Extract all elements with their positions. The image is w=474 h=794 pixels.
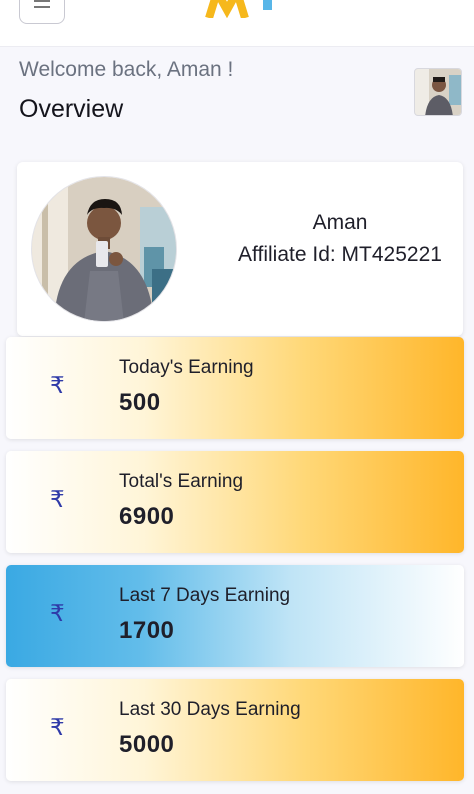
earning-card-last-30-days[interactable]: ₹ Last 30 Days Earning 5000 (6, 679, 464, 781)
affiliate-id: Affiliate Id: MT425221 (238, 243, 442, 266)
welcome-message: Welcome back, Aman ! (19, 58, 234, 81)
earning-label: Last 30 Days Earning (119, 699, 301, 720)
page-title: Overview (19, 95, 124, 123)
app-logo[interactable] (205, 0, 285, 18)
profile-photo (31, 176, 177, 322)
earning-card-total[interactable]: ₹ Total's Earning 6900 (6, 451, 464, 553)
rupee-icon: ₹ (50, 487, 65, 513)
earning-value: 5000 (119, 731, 175, 758)
rupee-icon: ₹ (50, 715, 65, 741)
earning-label: Total's Earning (119, 471, 244, 492)
profile-card: Aman Affiliate Id: MT425221 (17, 162, 463, 336)
earning-value: 1700 (119, 617, 175, 644)
earning-value: 500 (119, 389, 161, 416)
earning-card-today[interactable]: ₹ Today's Earning 500 (6, 337, 464, 439)
earning-card-last-7-days[interactable]: ₹ Last 7 Days Earning 1700 (6, 565, 464, 667)
earning-label: Last 7 Days Earning (119, 585, 291, 606)
rupee-icon: ₹ (50, 601, 65, 627)
earning-label: Today's Earning (119, 357, 254, 378)
hamburger-icon (34, 0, 50, 2)
user-avatar[interactable] (414, 68, 462, 116)
profile-name: Aman (312, 211, 368, 234)
rupee-icon: ₹ (50, 373, 65, 399)
menu-toggle-button[interactable] (19, 0, 65, 24)
earning-value: 6900 (119, 503, 175, 530)
top-navbar (0, 0, 474, 47)
